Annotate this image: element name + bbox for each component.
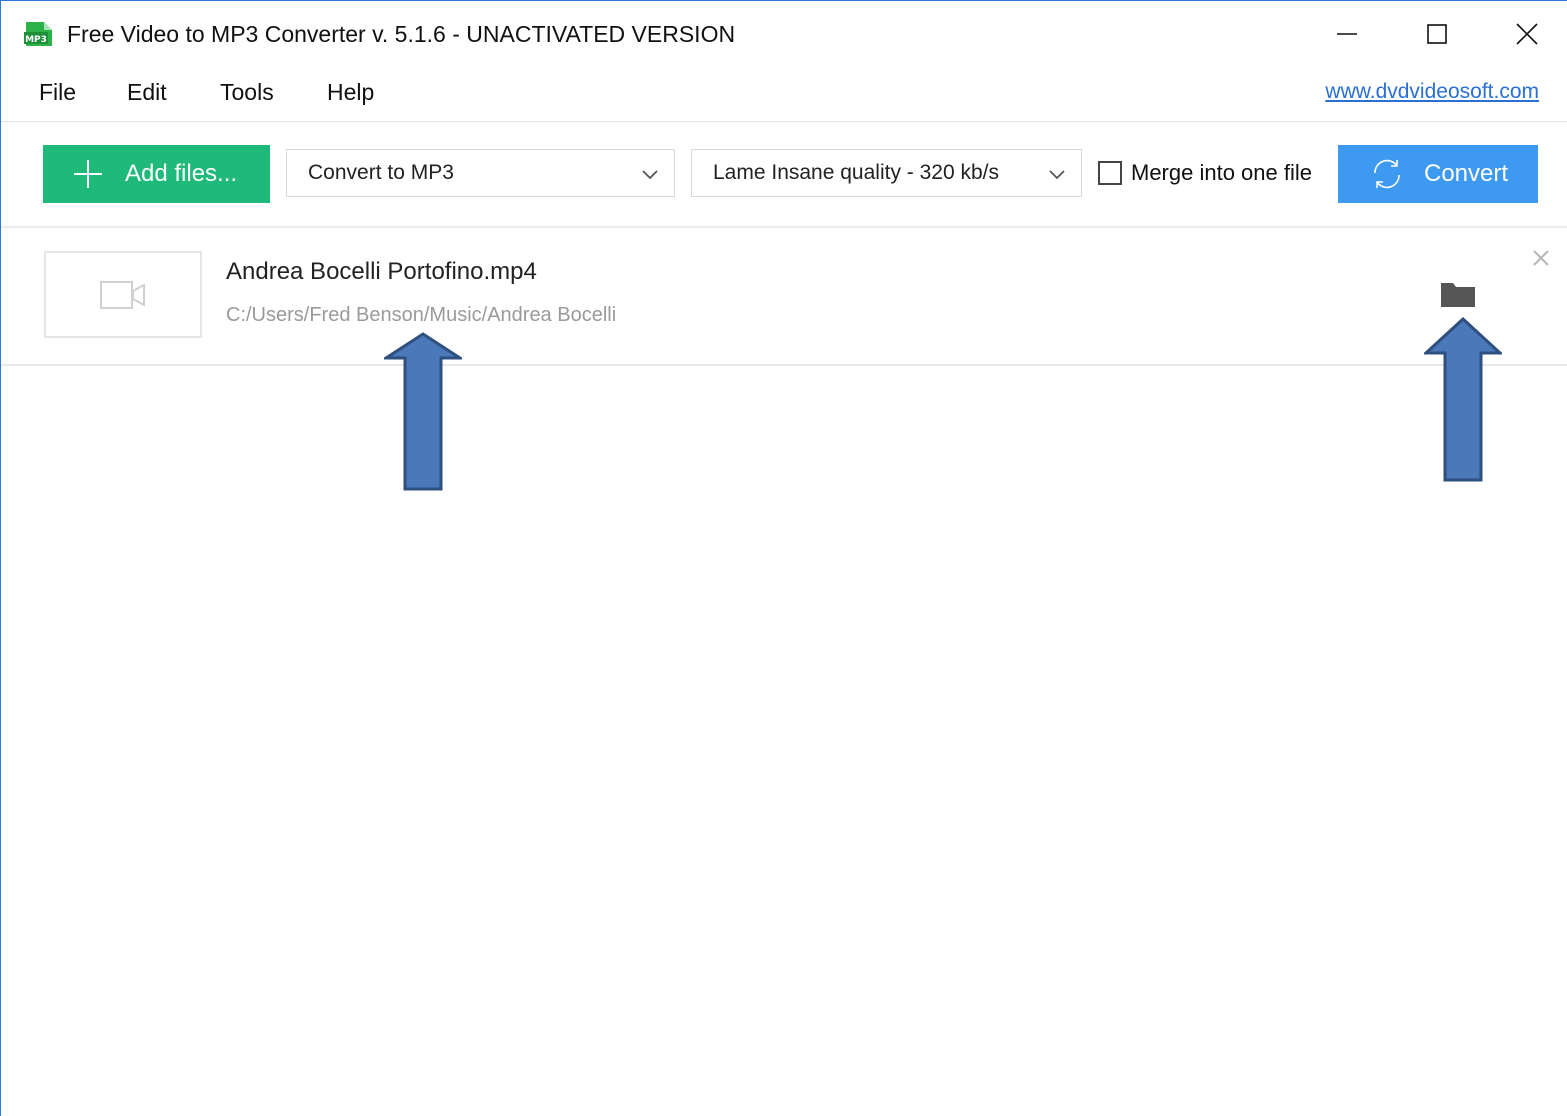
menu-tools[interactable]: Tools [220,79,274,106]
close-icon [1516,23,1538,45]
convert-label: Convert [1424,160,1509,187]
toolbar: Add files... Convert to MP3 Lame Insane … [1,122,1567,228]
file-thumbnail [44,251,202,338]
remove-icon[interactable] [1531,248,1551,268]
window-title: Free Video to MP3 Converter v. 5.1.6 - U… [67,21,736,47]
merge-option[interactable]: Merge into one file [1098,160,1312,186]
close-button[interactable] [1481,1,1567,67]
file-path: C:/Users/Fred Benson/Music/Andrea Bocell… [226,304,617,326]
minimize-icon [1337,33,1357,35]
title-bar[interactable]: MP3 Free Video to MP3 Converter v. 5.1.6… [1,1,1567,67]
menu-bar: File Edit Tools Help www.dvdvideosoft.co… [1,67,1567,122]
merge-checkbox[interactable] [1098,161,1122,185]
menu-file[interactable]: File [39,79,76,106]
maximize-icon [1427,24,1447,44]
plus-icon [73,159,103,189]
svg-text:MP3: MP3 [25,35,47,45]
convert-button[interactable]: Convert [1338,145,1538,203]
folder-icon[interactable] [1440,280,1476,308]
add-files-button[interactable]: Add files... [43,145,270,203]
app-window: MP3 Free Video to MP3 Converter v. 5.1.6… [0,0,1567,1116]
menu-edit[interactable]: Edit [127,79,167,106]
annotation-arrow-icon [384,332,462,491]
format-select[interactable]: Convert to MP3 [286,149,675,197]
quality-select[interactable]: Lame Insane quality - 320 kb/s [691,149,1082,197]
website-link[interactable]: www.dvdvideosoft.com [1325,80,1539,104]
minimize-button[interactable] [1301,1,1393,67]
chevron-down-icon [1049,170,1065,180]
mp3-app-icon: MP3 [24,22,52,46]
format-select-value: Convert to MP3 [308,161,454,184]
add-files-label: Add files... [125,160,238,187]
quality-select-value: Lame Insane quality - 320 kb/s [713,161,1000,184]
annotation-arrow-icon [1424,317,1502,482]
sync-icon [1370,157,1404,191]
file-name: Andrea Bocelli Portofino.mp4 [226,258,537,285]
chevron-down-icon [642,170,658,180]
merge-label: Merge into one file [1131,160,1312,185]
video-camera-icon [100,280,145,309]
menu-help[interactable]: Help [327,79,374,106]
maximize-button[interactable] [1391,1,1483,67]
file-row[interactable]: Andrea Bocelli Portofino.mp4 C:/Users/Fr… [1,228,1567,366]
